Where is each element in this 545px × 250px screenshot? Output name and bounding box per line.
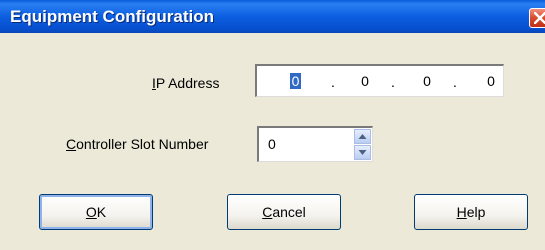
slot-number-input[interactable]: 0 <box>268 136 276 152</box>
ip-octet-2[interactable]: 0 <box>353 73 377 89</box>
cancel-button[interactable]: Cancel <box>227 194 341 230</box>
ip-address-field[interactable]: 0 . 0 . 0 . 0 <box>255 64 504 97</box>
title-bar[interactable]: Equipment Configuration <box>0 0 545 33</box>
equipment-configuration-dialog: Equipment Configuration IP Address 0 . 0… <box>0 0 545 250</box>
close-button[interactable] <box>529 8 545 28</box>
controller-slot-number-label: Controller Slot Number <box>66 136 209 152</box>
close-icon <box>534 12 545 24</box>
window-title: Equipment Configuration <box>10 7 214 26</box>
spin-down-button[interactable] <box>354 145 371 160</box>
ip-octet-3[interactable]: 0 <box>415 73 439 89</box>
spin-up-button[interactable] <box>354 129 371 144</box>
help-button[interactable]: Help <box>414 194 528 230</box>
ip-octet-4[interactable]: 0 <box>479 73 503 89</box>
ip-address-label: IP Address <box>152 75 220 91</box>
ip-separator: . <box>391 74 395 90</box>
ip-separator: . <box>453 74 457 90</box>
ip-octet-1[interactable]: 0 <box>290 73 301 89</box>
ip-separator: . <box>331 74 335 90</box>
triangle-down-icon <box>358 150 367 155</box>
controller-slot-number-spinner[interactable]: 0 <box>257 126 373 162</box>
triangle-up-icon <box>358 134 367 139</box>
ok-button[interactable]: OK <box>39 194 153 230</box>
